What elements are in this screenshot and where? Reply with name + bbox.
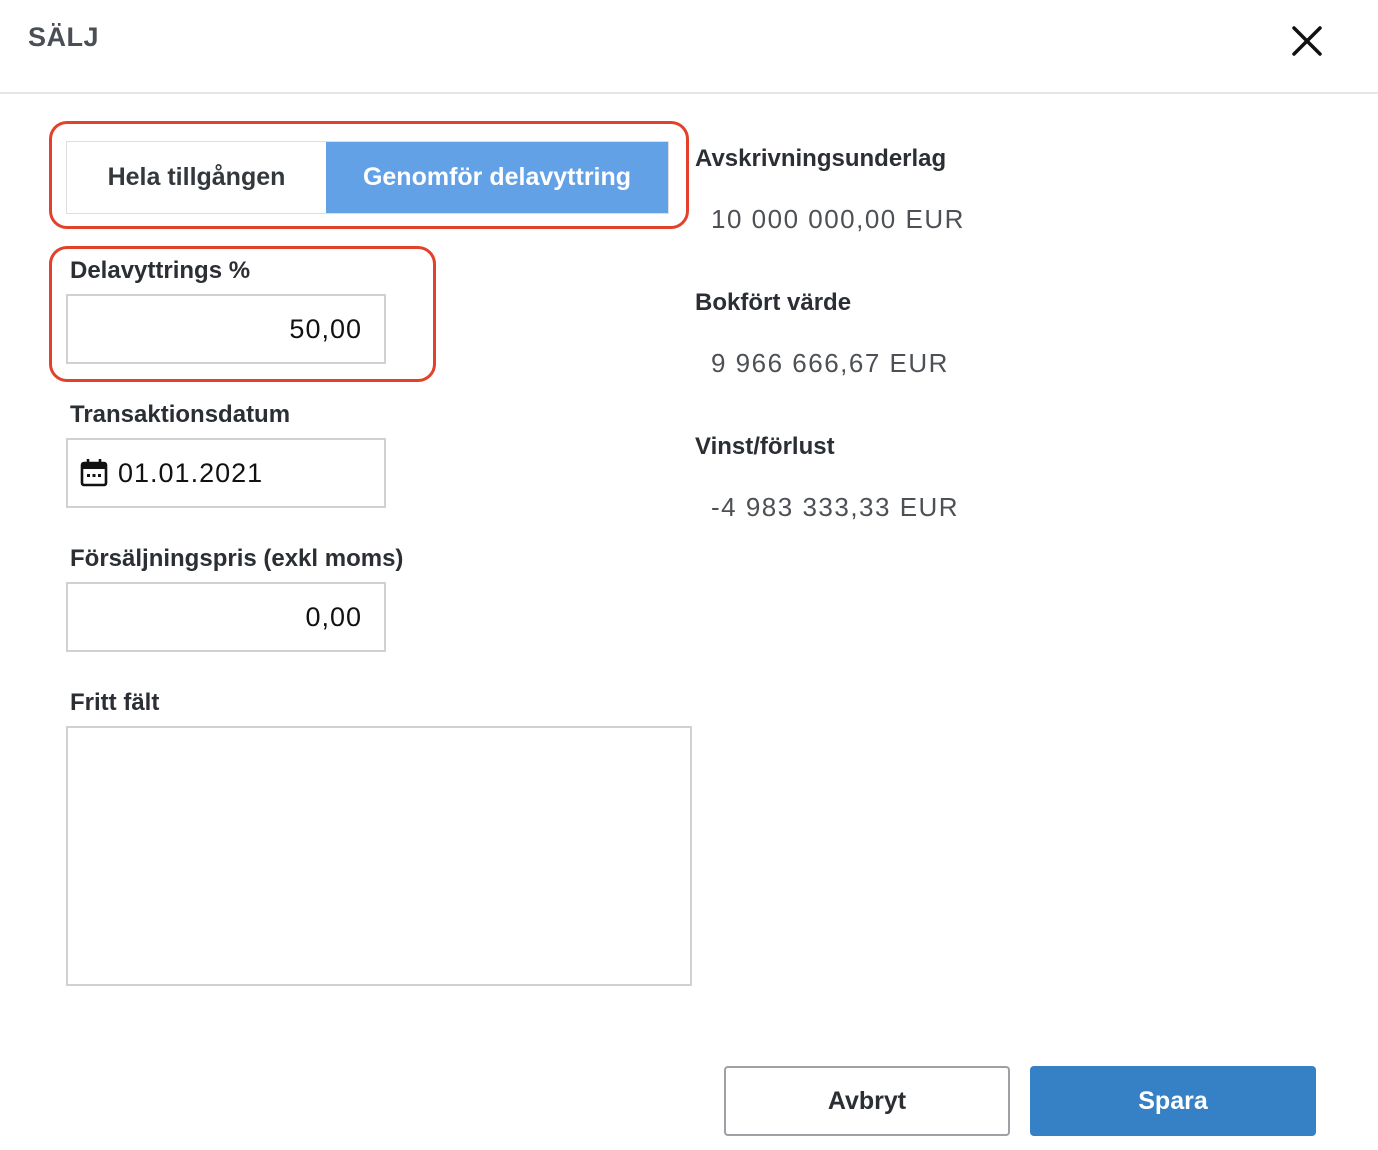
cancel-button[interactable]: Avbryt — [724, 1066, 1010, 1136]
profit-loss-value: -4 983 333,33 EUR — [711, 492, 960, 522]
book-value-label: Bokfört värde — [695, 289, 852, 316]
toggle-partial-disposal[interactable]: Genomför delavyttring — [326, 142, 668, 213]
close-button[interactable] — [1284, 18, 1330, 64]
mode-toggle: Hela tillgången Genomför delavyttring — [66, 141, 669, 214]
dialog-title: SÄLJ — [28, 22, 100, 52]
transaction-date-label: Transaktionsdatum — [70, 401, 291, 428]
depreciation-base-value: 10 000 000,00 EUR — [711, 204, 965, 234]
partial-percent-label: Delavyttrings % — [70, 257, 251, 284]
sale-price-label: Försäljningspris (exkl moms) — [70, 545, 404, 572]
save-button[interactable]: Spara — [1030, 1066, 1316, 1136]
book-value-value: 9 966 666,67 EUR — [711, 348, 949, 378]
partial-percent-input[interactable]: 50,00 — [66, 294, 386, 364]
free-field-textarea[interactable] — [66, 726, 692, 986]
sale-price-value: 0,00 — [305, 601, 362, 632]
profit-loss-label: Vinst/förlust — [695, 433, 835, 460]
free-field-label: Fritt fält — [70, 689, 160, 716]
depreciation-base-label: Avskrivningsunderlag — [695, 145, 947, 172]
sale-price-input[interactable]: 0,00 — [66, 582, 386, 652]
header-divider — [0, 92, 1378, 94]
partial-percent-value: 50,00 — [289, 313, 362, 344]
transaction-date-input[interactable]: 01.01.2021 — [66, 438, 386, 508]
close-icon — [1292, 26, 1322, 56]
transaction-date-value: 01.01.2021 — [118, 457, 264, 488]
toggle-whole-asset[interactable]: Hela tillgången — [67, 142, 326, 213]
calendar-icon[interactable] — [80, 458, 108, 488]
